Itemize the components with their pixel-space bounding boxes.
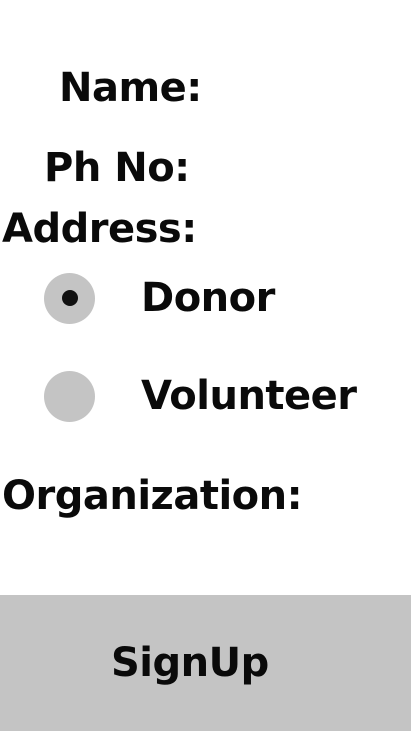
signup-button-label: SignUp	[111, 640, 269, 686]
radio-label-donor: Donor	[141, 275, 275, 321]
radio-button-volunteer[interactable]	[44, 370, 95, 422]
radio-label-volunteer: Volunteer	[141, 373, 357, 419]
signup-button[interactable]: SignUp	[0, 595, 411, 731]
radio-selected-dot	[61, 290, 78, 306]
organization-label: Organization:	[2, 473, 303, 519]
phone-label: Ph No:	[44, 145, 190, 191]
radio-button-donor[interactable]	[44, 272, 95, 324]
address-label: Address:	[2, 206, 197, 252]
radio-option-volunteer[interactable]: Volunteer	[44, 370, 357, 422]
name-label: Name:	[59, 65, 202, 111]
radio-option-donor[interactable]: Donor	[44, 272, 275, 324]
